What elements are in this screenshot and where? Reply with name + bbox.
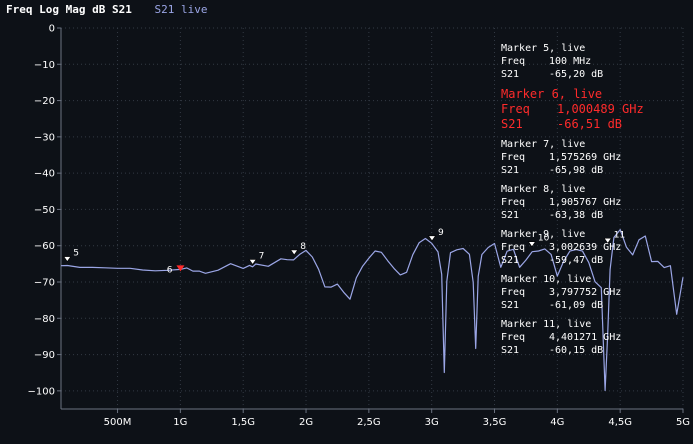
marker-readout-row: S21 -65,20 dB — [501, 68, 681, 81]
marker-readout-key: Freq — [501, 287, 526, 298]
marker-readout-title: Marker 5, live — [501, 43, 586, 54]
marker-readout-value: -60,15 dB — [549, 345, 604, 356]
marker-readout-value: -61,09 dB — [549, 300, 604, 311]
marker-readout-key: S21 — [501, 255, 520, 266]
marker-9: 9 — [427, 228, 444, 242]
marker-triangle — [63, 256, 72, 263]
marker-triangle — [290, 249, 299, 256]
y-tick-label: −20 — [34, 96, 55, 107]
marker-readout[interactable]: Marker 11, live Freq 4,401271 GHz S21 -60,15… — [501, 318, 681, 357]
x-tick-label: 2G — [299, 417, 313, 428]
x-tick-label: 3G — [425, 417, 439, 428]
marker-readout[interactable]: Marker 6, live Freq 1,000489 GHz S21 -66,51 … — [501, 87, 681, 132]
marker-number: 7 — [259, 251, 265, 261]
marker-readout-value: -65,98 dB — [549, 165, 604, 176]
marker-readout[interactable]: Marker 5, live Freq 100 MHz S21 -65,20 dB — [501, 42, 681, 81]
x-tick-label: 4,5G — [608, 417, 632, 428]
marker-readout-value: 1,905767 GHz — [549, 197, 622, 208]
marker-readout-key: S21 — [501, 345, 520, 356]
marker-readout-row: S21 -63,38 dB — [501, 209, 681, 222]
marker-readout-row: S21 -59,47 dB — [501, 254, 681, 267]
marker-readout-title: Marker 8, live — [501, 184, 586, 195]
x-tick-label: 4G — [550, 417, 564, 428]
marker-readout-key: Freq — [501, 197, 526, 208]
y-tick-label: −70 — [34, 278, 55, 289]
marker-number: 5 — [73, 249, 79, 259]
marker-readout[interactable]: Marker 10, live Freq 3,797752 GHz S21 -61,09… — [501, 273, 681, 312]
x-tick-label: 3,5G — [483, 417, 507, 428]
marker-readout-panel: Marker 5, live Freq 100 MHz S21 -65,20 dB Mar… — [501, 42, 681, 363]
marker-number: 9 — [438, 228, 444, 238]
marker-readout-key: Freq — [501, 332, 526, 343]
marker-readout-title: Marker 7, live — [501, 139, 586, 150]
marker-readout-title: Marker 11, live — [501, 319, 592, 330]
marker-readout-key: Freq — [501, 152, 526, 163]
marker-readout-key: S21 — [501, 69, 520, 80]
x-tick-label: 500M — [104, 417, 132, 428]
marker-readout-row: Freq 1,905767 GHz — [501, 196, 681, 209]
marker-readout-row: S21 -66,51 dB — [501, 117, 681, 132]
y-tick-label: −10 — [34, 60, 55, 71]
x-tick-label: 2,5G — [357, 417, 381, 428]
marker-readout-key: Freq — [501, 102, 530, 116]
marker-readout-value: 1,575269 GHz — [549, 152, 622, 163]
marker-readout-key: Freq — [501, 56, 526, 67]
marker-readout-row: Freq 1,575269 GHz — [501, 151, 681, 164]
marker-readout-title: Marker 10, live — [501, 274, 592, 285]
marker-readout[interactable]: Marker 7, live Freq 1,575269 GHz S21 -65,98 … — [501, 138, 681, 177]
marker-readout-row: Freq 3,797752 GHz — [501, 286, 681, 299]
y-tick-label: −40 — [34, 169, 55, 180]
x-tick-label: 1G — [173, 417, 187, 428]
y-tick-label: −50 — [34, 205, 55, 216]
marker-readout-row: Freq 3,002639 GHz — [501, 241, 681, 254]
marker-readout-key: Freq — [501, 242, 526, 253]
marker-triangle — [248, 259, 257, 265]
marker-readout[interactable]: Marker 8, live Freq 1,905767 GHz S21 -63,38 … — [501, 183, 681, 222]
marker-readout-value: 4,401271 GHz — [549, 332, 622, 343]
y-tick-label: −30 — [34, 132, 55, 143]
marker-5: 5 — [63, 249, 79, 263]
y-tick-label: 0 — [49, 24, 55, 35]
marker-7: 7 — [248, 251, 265, 265]
marker-readout-key: S21 — [501, 117, 523, 131]
marker-triangle — [427, 235, 437, 242]
marker-readout-row: Freq 100 MHz — [501, 55, 681, 68]
marker-readout-value: 100 MHz — [549, 56, 592, 67]
marker-readout-row: Freq 1,000489 GHz — [501, 102, 681, 117]
marker-8: 8 — [290, 242, 306, 256]
marker-readout-value: -63,38 dB — [549, 210, 604, 221]
marker-readout-key: S21 — [501, 300, 520, 311]
marker-readout-key: S21 — [501, 210, 520, 221]
marker-readout-title: Marker 9, live — [501, 229, 586, 240]
marker-readout[interactable]: Marker 9, live Freq 3,002639 GHz S21 -59,47 … — [501, 228, 681, 267]
x-tick-label: 5G — [676, 417, 690, 428]
y-tick-label: −100 — [28, 386, 55, 397]
marker-readout-row: S21 -60,15 dB — [501, 344, 681, 357]
y-tick-label: −90 — [34, 350, 55, 361]
marker-readout-row: S21 -61,09 dB — [501, 299, 681, 312]
marker-readout-row: S21 -65,98 dB — [501, 164, 681, 177]
marker-readout-value: 1,000489 GHz — [557, 102, 644, 116]
marker-readout-value: 3,797752 GHz — [549, 287, 622, 298]
marker-readout-value: 3,002639 GHz — [549, 242, 622, 253]
y-tick-label: −60 — [34, 241, 55, 252]
marker-number: 6 — [167, 265, 173, 275]
marker-readout-value: -65,20 dB — [549, 69, 604, 80]
x-tick-label: 1,5G — [231, 417, 255, 428]
y-tick-label: −80 — [34, 314, 55, 325]
marker-readout-value: -59,47 dB — [549, 255, 604, 266]
marker-readout-title: Marker 6, live — [501, 87, 603, 101]
marker-readout-key: S21 — [501, 165, 520, 176]
marker-number: 8 — [300, 242, 306, 252]
marker-readout-row: Freq 4,401271 GHz — [501, 331, 681, 344]
marker-readout-value: -66,51 dB — [557, 117, 623, 131]
